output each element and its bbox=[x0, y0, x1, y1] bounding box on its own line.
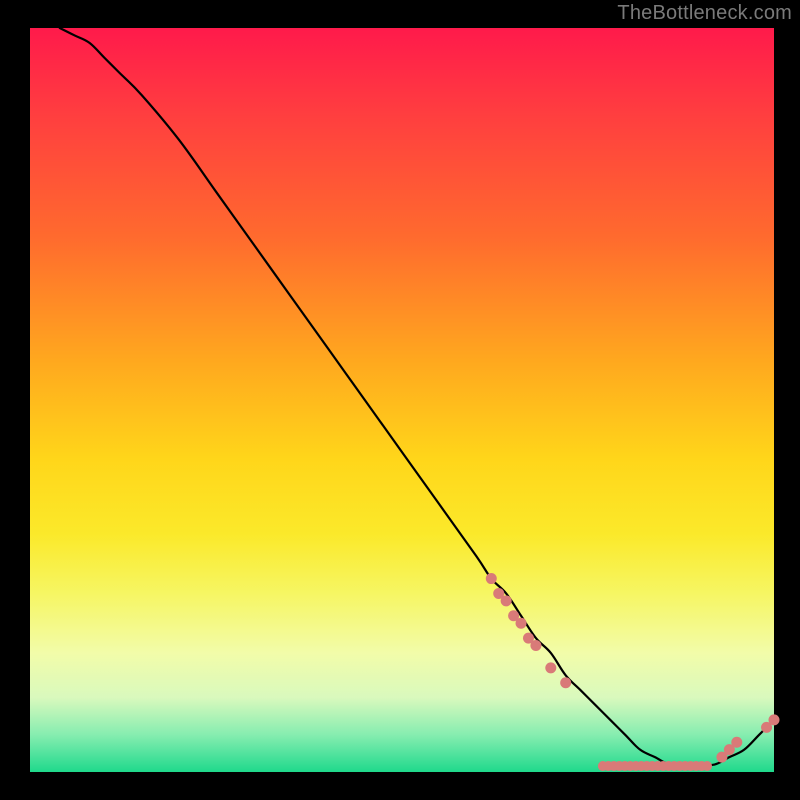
curve-layer bbox=[30, 28, 774, 772]
chart-frame: TheBottleneck.com bbox=[0, 0, 800, 800]
data-dot bbox=[501, 595, 512, 606]
data-dot bbox=[545, 662, 556, 673]
data-dot bbox=[516, 618, 527, 629]
watermark-text: TheBottleneck.com bbox=[617, 2, 792, 25]
data-dot bbox=[702, 761, 712, 771]
data-dot bbox=[530, 640, 541, 651]
data-dot bbox=[731, 737, 742, 748]
data-dot bbox=[769, 714, 780, 725]
plot-area bbox=[30, 28, 774, 772]
data-dot bbox=[486, 573, 497, 584]
data-dot bbox=[560, 677, 571, 688]
bottleneck-curve bbox=[60, 28, 774, 765]
